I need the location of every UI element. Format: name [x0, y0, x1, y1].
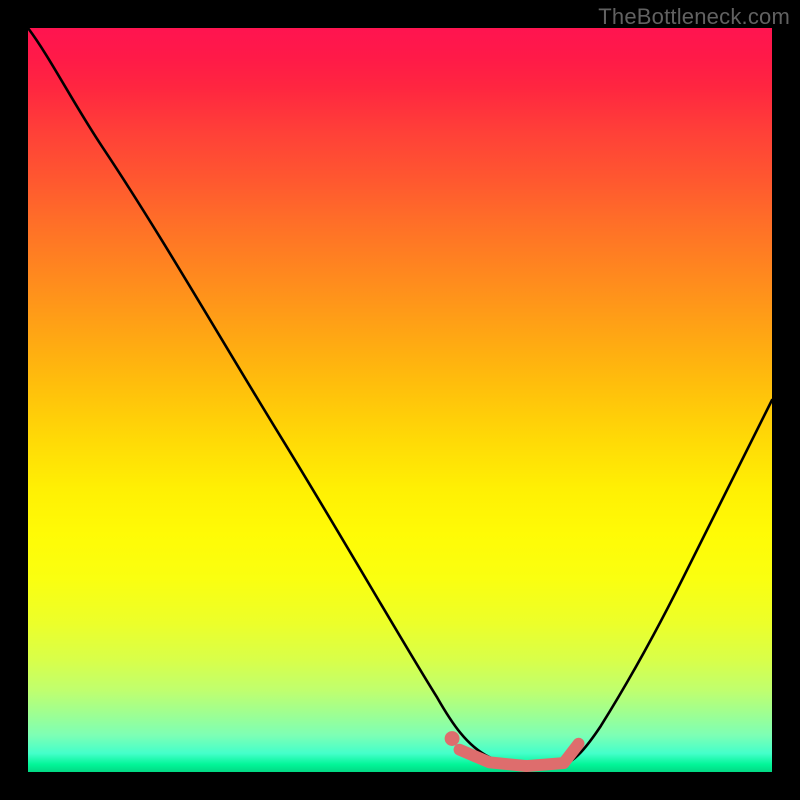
watermark-text: TheBottleneck.com: [598, 4, 790, 30]
highlight-segment: [460, 744, 579, 766]
plot-area: [28, 28, 772, 772]
highlight-dot: [445, 731, 460, 746]
bottleneck-curve: [28, 28, 772, 767]
chart-svg: [28, 28, 772, 772]
chart-frame: TheBottleneck.com: [0, 0, 800, 800]
